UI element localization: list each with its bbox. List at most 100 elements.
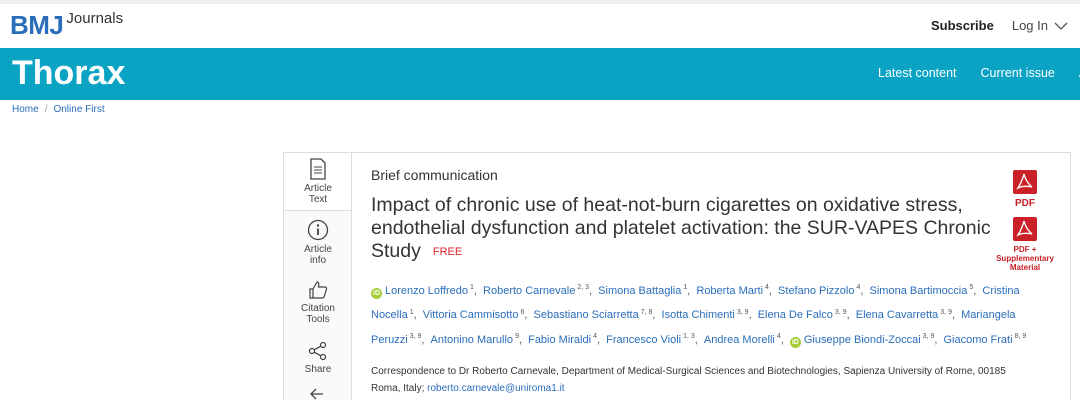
author-affiliation: 3, 9 xyxy=(409,333,422,341)
author-name: Simona Battaglia xyxy=(598,284,682,297)
document-icon xyxy=(310,158,326,180)
author-name: Stefano Pizzolo xyxy=(778,284,855,297)
author-link[interactable]: Elena Cavarretta 3, 9 xyxy=(855,308,952,322)
author-link[interactable]: Roberto Carnevale 2, 3 xyxy=(483,284,590,297)
author-separator: , xyxy=(652,309,659,322)
author-affiliation: 8, 9 xyxy=(1014,333,1027,341)
nav-latest-content[interactable]: Latest content xyxy=(878,66,957,80)
article-title: Impact of chronic use of heat-not-burn c… xyxy=(371,194,991,264)
author-separator: , xyxy=(473,284,481,297)
pdf-download-button[interactable]: PDF xyxy=(990,169,1060,209)
author-name: Roberto Carnevale xyxy=(483,284,576,297)
author-name: Francesco Violi xyxy=(606,333,682,346)
author-link[interactable]: Simona Bartimoccia 5 xyxy=(869,284,974,297)
tool-share[interactable]: Share xyxy=(284,341,352,375)
article-type: Brief communication xyxy=(371,167,498,183)
author-separator: , xyxy=(934,333,941,346)
tool-label: Article info xyxy=(304,244,332,266)
thumbs-up-icon xyxy=(309,281,328,299)
author-link[interactable]: Giacomo Frati 8, 9 xyxy=(943,333,1027,346)
author-name: Sebastiano Sciarretta xyxy=(533,309,639,322)
pdf-label: PDF xyxy=(1015,198,1035,209)
author-name: Lorenzo Loffredo xyxy=(385,284,468,297)
author-link[interactable]: Francesco Violi 1, 3 xyxy=(606,333,695,346)
pdf-supp-label-2: Supplementary xyxy=(996,254,1054,263)
nav-current-issue[interactable]: Current issue xyxy=(981,66,1055,80)
tool-label: Share xyxy=(304,364,332,375)
article-title-text: Impact of chronic use of heat-not-burn c… xyxy=(371,194,991,262)
author-affiliation: 3, 9 xyxy=(834,308,847,316)
tool-label: Article Text xyxy=(304,183,332,205)
article-tools-sidebar: Article Text Article info Citation Tools… xyxy=(283,152,352,400)
info-icon xyxy=(307,219,329,241)
author-link[interactable]: iD Lorenzo Loffredo 1 xyxy=(371,284,474,299)
tool-label: Citation Tools xyxy=(301,303,335,325)
pdf-supplementary-button[interactable]: PDF + Supplementary Material xyxy=(990,216,1060,272)
author-link[interactable]: Simona Battaglia 1 xyxy=(598,284,687,297)
author-separator: , xyxy=(589,284,596,297)
orcid-icon[interactable]: iD xyxy=(789,336,801,348)
orcid-icon[interactable]: iD xyxy=(371,287,382,299)
breadcrumb: Home / Online First xyxy=(12,104,105,115)
subscribe-link[interactable]: Subscribe xyxy=(931,18,994,33)
author-name: Simona Bartimoccia xyxy=(869,284,968,297)
author-link[interactable]: Fabio Miraldi 4 xyxy=(528,333,597,346)
share-icon xyxy=(308,341,327,361)
author-link[interactable]: Roberta Marti 4 xyxy=(696,284,769,297)
free-badge: FREE xyxy=(432,246,463,258)
author-affiliation: 2, 3 xyxy=(577,284,590,291)
journal-banner: Thorax Latest content Current issue A xyxy=(0,48,1080,100)
breadcrumb-separator: / xyxy=(44,104,48,115)
author-name: Giacomo Frati xyxy=(943,333,1013,346)
author-name: Vittoria Cammisotto xyxy=(422,309,519,322)
author-link[interactable]: iD Giuseppe Biondi-Zoccai 3, 9 xyxy=(789,333,935,348)
author-name: Giuseppe Biondi-Zoccai xyxy=(803,333,921,346)
author-affiliation: 3, 9 xyxy=(940,308,952,316)
author-separator: , xyxy=(596,333,604,346)
author-name: Fabio Miraldi xyxy=(528,333,592,346)
login-label: Log In xyxy=(1011,18,1048,33)
breadcrumb-home[interactable]: Home xyxy=(12,104,39,115)
author-separator: , xyxy=(780,333,787,346)
author-separator: , xyxy=(687,284,694,297)
author-separator: , xyxy=(860,284,867,297)
author-separator: , xyxy=(524,309,531,322)
bmj-journals-logo[interactable]: BMJ Journals xyxy=(10,10,123,46)
author-separator: , xyxy=(748,309,755,322)
author-name: Elena De Falco xyxy=(757,309,833,322)
logo-suffix: Journals xyxy=(66,10,124,27)
author-affiliation: 1, 3 xyxy=(683,333,695,341)
author-separator: , xyxy=(973,284,980,297)
author-affiliation: 1 xyxy=(409,308,414,316)
account-links: Subscribe Log In xyxy=(931,18,1068,33)
author-link[interactable]: Isotta Chimenti 3, 9 xyxy=(662,308,749,322)
author-affiliation: 3, 9 xyxy=(736,308,749,316)
author-affiliation: 3, 9 xyxy=(922,333,935,341)
author-link[interactable]: Antonino Marullo 9 xyxy=(431,333,519,346)
author-name: Andrea Morelli xyxy=(703,333,775,346)
author-separator: , xyxy=(421,333,428,346)
author-separator: , xyxy=(768,284,776,297)
author-affiliation: 7, 8 xyxy=(640,308,653,316)
tool-more[interactable] xyxy=(284,387,352,400)
tool-article-info[interactable]: Article info xyxy=(284,219,352,266)
login-dropdown[interactable]: Log In xyxy=(1012,18,1068,33)
author-link[interactable]: Sebastiano Sciarretta 7, 8 xyxy=(533,308,653,322)
author-link[interactable]: Stefano Pizzolo 4 xyxy=(778,284,860,297)
tool-article-text[interactable]: Article Text xyxy=(284,153,352,211)
journal-title[interactable]: Thorax xyxy=(12,53,125,93)
tool-citation-tools[interactable]: Citation Tools xyxy=(284,280,352,325)
author-link[interactable]: Elena De Falco 3, 9 xyxy=(757,308,847,322)
author-link[interactable]: Andrea Morelli 4 xyxy=(703,333,781,346)
author-separator: , xyxy=(951,309,959,322)
article-panel: Brief communication Impact of chronic us… xyxy=(351,152,1071,400)
reply-icon xyxy=(310,388,323,400)
breadcrumb-online-first[interactable]: Online First xyxy=(53,104,104,115)
pdf-supp-label-1: PDF + xyxy=(1013,245,1037,254)
author-separator: , xyxy=(413,309,420,322)
author-name: Elena Cavarretta xyxy=(855,309,939,322)
author-separator: , xyxy=(518,333,526,346)
author-link[interactable]: Vittoria Cammisotto 6 xyxy=(422,309,525,322)
author-name: Roberta Marti xyxy=(696,284,764,297)
correspondence-email[interactable]: roberto.carnevale@uniroma1.it xyxy=(427,383,564,394)
